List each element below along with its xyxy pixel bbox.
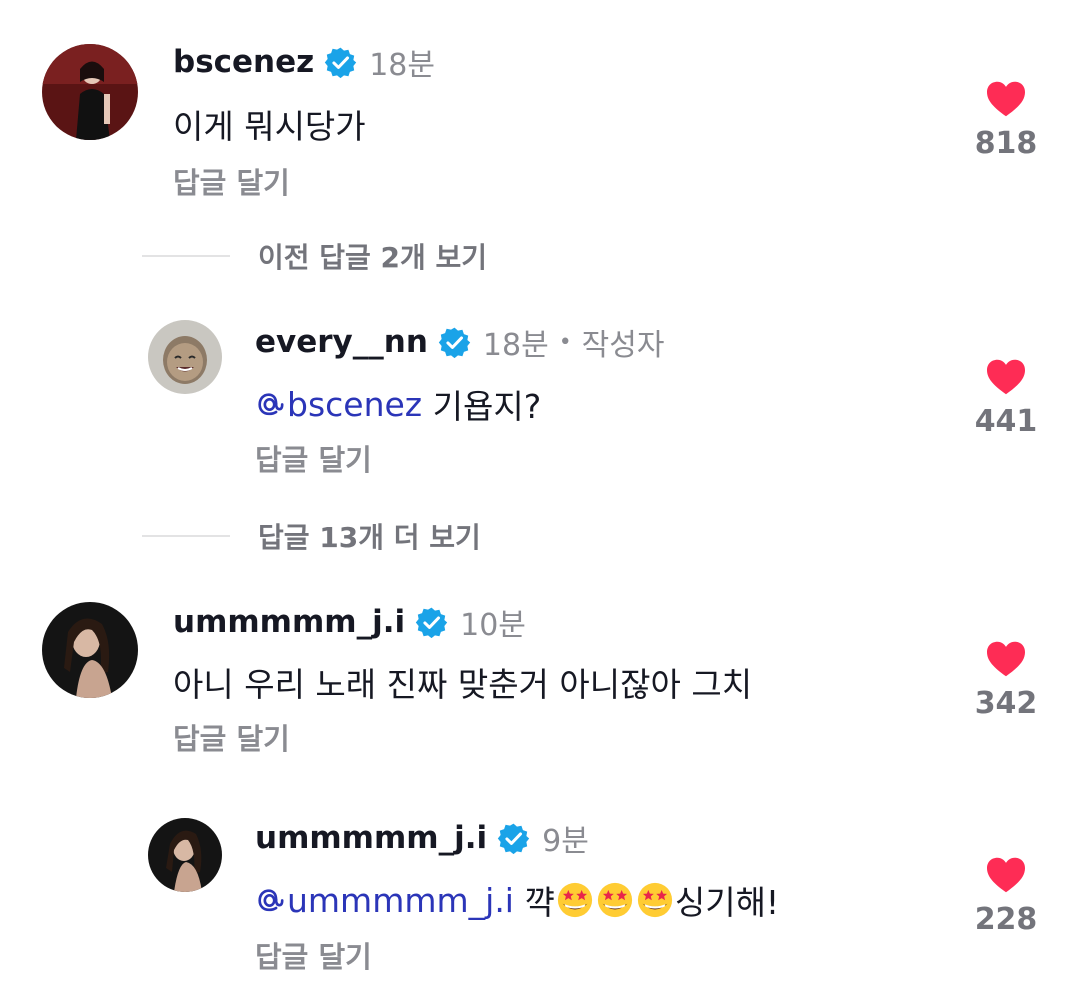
verified-badge-icon <box>497 822 530 855</box>
mention-at-icon <box>255 389 285 419</box>
comment-text-after: 싱기해! <box>674 883 780 922</box>
username[interactable]: ummmmm_j.i <box>255 820 487 856</box>
view-previous-replies-label[interactable]: 이전 답글 2개 보기 <box>258 236 487 276</box>
comment-text: bscenez 기욥지? <box>255 380 541 428</box>
reply-button[interactable]: 답글 달기 <box>173 160 290 202</box>
mention-at-icon <box>255 885 285 915</box>
star-struck-emoji-icon <box>636 881 674 919</box>
reply-button[interactable]: 답글 달기 <box>255 437 372 479</box>
divider-line <box>142 255 230 257</box>
view-more-replies-label[interactable]: 답글 13개 더 보기 <box>258 516 481 556</box>
comment-text-content: 이게 뭐시당가 <box>173 107 366 146</box>
comment-text: 아니 우리 노래 진짜 맞춘거 아니잖아 그치 <box>173 658 752 706</box>
username[interactable]: bscenez <box>173 44 314 80</box>
heart-icon[interactable] <box>985 358 1027 396</box>
like-button[interactable]: 818 <box>956 80 1056 161</box>
comment-time: 18분 <box>482 328 549 363</box>
comment-time: 9분 <box>542 824 589 859</box>
view-more-replies[interactable]: 답글 13개 더 보기 <box>142 516 481 556</box>
like-count: 441 <box>974 404 1038 439</box>
comment-time: 10분 <box>460 608 526 643</box>
heart-icon[interactable] <box>985 80 1027 118</box>
like-button[interactable]: 342 <box>956 640 1056 721</box>
like-count: 342 <box>974 686 1038 721</box>
divider-line <box>142 535 230 537</box>
verified-badge-icon <box>415 606 448 639</box>
comment-time: 18분 <box>369 48 435 83</box>
mention-link[interactable]: bscenez <box>255 385 422 424</box>
comment-text-content: 아니 우리 노래 진짜 맞춘거 아니잖아 그치 <box>173 665 753 704</box>
like-button[interactable]: 228 <box>956 856 1056 937</box>
author-badge: 작성자 <box>581 328 665 363</box>
like-count: 818 <box>974 126 1038 161</box>
comment-text-content: 기욥지? <box>422 387 542 426</box>
like-count: 228 <box>974 902 1038 937</box>
reply-button[interactable]: 답글 달기 <box>255 934 372 976</box>
mention-username[interactable]: ummmmm_j.i <box>287 881 514 920</box>
avatar[interactable] <box>42 44 138 140</box>
view-previous-replies[interactable]: 이전 답글 2개 보기 <box>142 236 487 276</box>
heart-icon[interactable] <box>985 856 1027 894</box>
like-button[interactable]: 441 <box>956 358 1056 439</box>
avatar[interactable] <box>148 320 222 394</box>
reply-button[interactable]: 답글 달기 <box>173 716 290 758</box>
star-struck-emoji-icon <box>556 881 594 919</box>
avatar[interactable] <box>148 818 222 892</box>
verified-badge-icon <box>324 46 357 79</box>
comment-text-before: 꺅 <box>513 883 555 922</box>
star-struck-emoji-icon <box>596 881 634 919</box>
separator-dot: • <box>558 329 572 355</box>
verified-badge-icon <box>438 326 471 359</box>
username[interactable]: ummmmm_j.i <box>173 604 405 640</box>
avatar[interactable] <box>42 602 138 698</box>
comment-text: 이게 뭐시당가 <box>173 100 366 148</box>
mention-username[interactable]: bscenez <box>287 385 422 424</box>
heart-icon[interactable] <box>985 640 1027 678</box>
username[interactable]: every__nn <box>255 324 428 360</box>
comment-text: ummmmm_j.i 꺅 싱기해! <box>255 876 779 924</box>
mention-link[interactable]: ummmmm_j.i <box>255 881 514 920</box>
